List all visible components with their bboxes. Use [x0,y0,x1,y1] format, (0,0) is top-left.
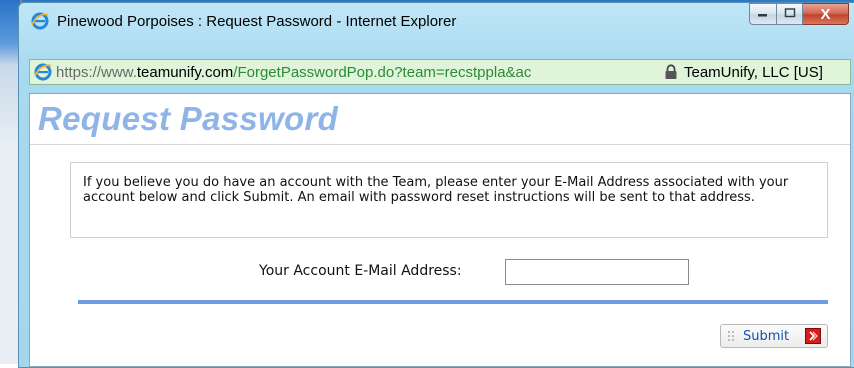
info-box: If you believe you do have an account wi… [70,162,828,238]
certificate-label[interactable]: TeamUnify, LLC [US] [684,64,823,81]
email-label: Your Account E-Mail Address: [259,263,462,279]
page-content: Request Password If you believe you do h… [29,93,851,367]
window-controls: X [749,3,849,25]
form-divider [78,300,828,304]
title-bar[interactable]: Pinewood Porpoises : Request Password - … [19,3,854,39]
submit-label: Submit [743,329,790,344]
ie-popup-window: Pinewood Porpoises : Request Password - … [18,2,854,368]
minimize-icon [757,7,769,21]
submit-button[interactable]: Submit [720,324,828,348]
close-button[interactable]: X [803,3,849,25]
maximize-icon [784,7,796,21]
submit-arrow-icon [805,328,821,344]
url-prefix: https://www. [56,64,137,81]
heading-divider [30,144,850,145]
grip-icon [727,330,735,342]
url-path: /ForgetPasswordPop.do?team=recstppla&ac [233,64,532,81]
email-form-row: Your Account E-Mail Address: [30,258,850,286]
maximize-button[interactable] [777,3,803,25]
lock-icon[interactable] [664,64,678,80]
minimize-button[interactable] [749,3,777,25]
page-title: Request Password [38,100,339,137]
window-title: Pinewood Porpoises : Request Password - … [57,13,457,30]
ie-icon [31,12,49,30]
address-bar[interactable]: https://www.teamunify.com/ForgetPassword… [29,59,851,85]
close-icon: X [820,5,831,23]
url-domain: teamunify.com [136,64,234,81]
email-field[interactable] [505,259,689,285]
ie-address-icon [34,63,52,81]
address-url[interactable]: https://www.teamunify.com/ForgetPassword… [56,64,654,81]
info-text: If you believe you do have an account wi… [83,175,789,205]
